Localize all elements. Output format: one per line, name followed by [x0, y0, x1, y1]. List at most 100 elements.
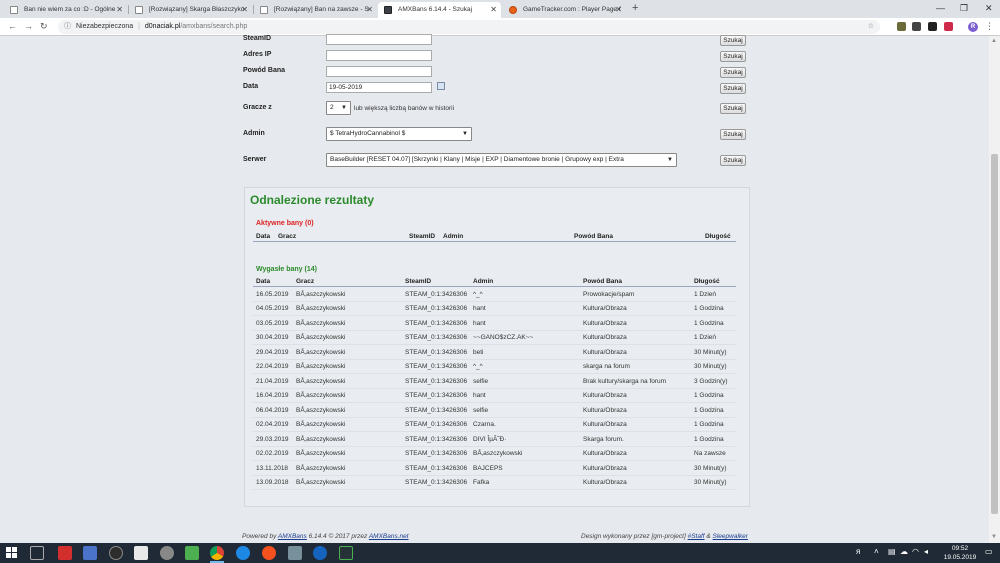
table-row[interactable]: 04.05.2019 BÅ‚aszczykowski STEAM_0:1:34263…: [253, 302, 736, 316]
wifi-icon[interactable]: ◠: [912, 547, 919, 556]
table-row[interactable]: 29.04.2019 BÅ‚aszczykowski STEAM_0:1:34263…: [253, 346, 736, 360]
mail-icon[interactable]: [134, 546, 148, 560]
amx-icon: [384, 6, 392, 14]
browser-tab-active[interactable]: AMXBans 6.14.4 - Szukaj ✕: [378, 2, 501, 18]
table-cell: 30 Minut(y): [694, 479, 727, 486]
date-input[interactable]: 19-05-2019: [326, 82, 432, 93]
table-cell: Kultura/Obraza: [583, 320, 627, 327]
table-cell: STEAM_0:1:3426306: [405, 392, 468, 399]
reload-icon[interactable]: ↻: [40, 21, 48, 32]
table-cell: BÅ‚aszczykowski: [296, 436, 346, 443]
staff-link[interactable]: #Staff: [688, 533, 705, 540]
info-icon[interactable]: ⓘ: [64, 23, 71, 30]
calendar-icon[interactable]: [437, 82, 445, 90]
search-button[interactable]: Szukaj: [720, 83, 746, 94]
table-row[interactable]: 29.03.2019 BÅ‚aszczykowski STEAM_0:1:34263…: [253, 433, 736, 447]
app-icon[interactable]: [185, 546, 199, 560]
table-row[interactable]: 02.02.2019 BÅ‚aszczykowski STEAM_0:1:34263…: [253, 447, 736, 461]
steamid-input[interactable]: [326, 34, 432, 45]
table-cell: Kultura/Obraza: [583, 450, 627, 457]
bookmark-star-icon[interactable]: ☆: [868, 20, 874, 34]
app-icon[interactable]: [313, 546, 327, 560]
windows-start-icon[interactable]: [6, 547, 18, 559]
forward-icon[interactable]: →: [24, 21, 33, 31]
notifications-icon[interactable]: ▭: [985, 547, 993, 556]
close-window-icon[interactable]: ✕: [985, 3, 993, 14]
back-icon[interactable]: ←: [8, 21, 17, 31]
user-tray-icon[interactable]: ᴙ: [856, 547, 860, 556]
table-row[interactable]: 21.04.2019 BÅ‚aszczykowski STEAM_0:1:34263…: [253, 375, 736, 389]
menu-dots-icon[interactable]: ⋮: [985, 21, 994, 32]
players-count-select[interactable]: 2 ▼: [326, 101, 351, 115]
chevron-up-icon[interactable]: ˄: [874, 547, 879, 556]
table-row[interactable]: 30.04.2019 BÅ‚aszczykowski STEAM_0:1:34263…: [253, 331, 736, 345]
app-icon[interactable]: [262, 546, 276, 560]
admin-label: Admin: [243, 130, 265, 137]
extension-icon[interactable]: [928, 22, 937, 31]
close-tab-icon[interactable]: ✕: [241, 2, 248, 18]
search-button[interactable]: Szukaj: [720, 103, 746, 114]
table-cell: STEAM_0:1:3426306: [405, 349, 468, 356]
browser-tab[interactable]: Ban nie wiem za co :D - Ogólne ✕: [4, 2, 127, 18]
close-tab-icon[interactable]: ✕: [615, 2, 622, 18]
table-cell: Kultura/Obraza: [583, 479, 627, 486]
table-row[interactable]: 03.05.2019 BÅ‚aszczykowski STEAM_0:1:34263…: [253, 317, 736, 331]
network-icon[interactable]: ▤: [888, 547, 896, 556]
extension-icon[interactable]: [897, 22, 906, 31]
scroll-thumb[interactable]: [991, 154, 998, 514]
table-row[interactable]: 13.09.2018 BÅ‚aszczykowski STEAM_0:1:34263…: [253, 476, 736, 490]
scroll-up-icon[interactable]: ▲: [991, 38, 997, 44]
search-button[interactable]: Szukaj: [720, 155, 746, 166]
restore-icon[interactable]: ❐: [960, 3, 968, 14]
app-icon[interactable]: [339, 546, 353, 560]
search-button[interactable]: Szukaj: [720, 51, 746, 62]
search-button[interactable]: Szukaj: [720, 129, 746, 140]
cloud-icon[interactable]: ☁: [900, 547, 908, 556]
amxbans-net-link[interactable]: AMXBans.net: [369, 533, 409, 540]
reason-input[interactable]: [326, 66, 432, 77]
extension-icon[interactable]: [944, 22, 953, 31]
table-row[interactable]: 16.05.2019 BÅ‚aszczykowski STEAM_0:1:34263…: [253, 288, 736, 302]
table-row[interactable]: 22.04.2019 BÅ‚aszczykowski STEAM_0:1:34263…: [253, 360, 736, 374]
sleepwalker-link[interactable]: Sleepwalker: [713, 533, 748, 540]
extension-icon[interactable]: [912, 22, 921, 31]
close-tab-icon[interactable]: ✕: [490, 2, 497, 18]
browser-tab[interactable]: GameTracker.com : Player Page f ✕: [503, 2, 626, 18]
page-scrollbar[interactable]: ▲ ▼: [989, 36, 1000, 543]
chrome-icon[interactable]: [210, 546, 224, 560]
volume-icon[interactable]: ◂: [924, 547, 928, 556]
table-cell: hant: [473, 305, 486, 312]
task-view-icon[interactable]: [30, 546, 44, 560]
table-row[interactable]: 13.11.2018 BÅ‚aszczykowski STEAM_0:1:34263…: [253, 462, 736, 476]
app-icon[interactable]: [236, 546, 250, 560]
search-button[interactable]: Szukaj: [720, 35, 746, 46]
search-button[interactable]: Szukaj: [720, 67, 746, 78]
app-icon[interactable]: [288, 546, 302, 560]
app-icon[interactable]: [83, 546, 97, 560]
taskbar-clock[interactable]: 09:52 19.05.2019: [940, 544, 980, 562]
scroll-down-icon[interactable]: ▼: [991, 534, 997, 540]
server-select[interactable]: BaseBuilder [RESET 04.07] [Skrzynki | Kl…: [326, 153, 677, 167]
active-bans-header: Data Gracz SteamID Admin Powód Bana Dług…: [253, 231, 736, 242]
new-tab-button[interactable]: +: [632, 2, 638, 14]
app-icon[interactable]: [58, 546, 72, 560]
browser-tab[interactable]: [Rozwiązany] Skarga Błaszczyko ✕: [129, 2, 252, 18]
profile-avatar[interactable]: R: [968, 22, 978, 32]
minimize-icon[interactable]: —: [936, 3, 945, 13]
browser-tab[interactable]: [Rozwiązany] Ban na zawsze - S ✕: [254, 2, 377, 18]
ip-label: Adres IP: [243, 51, 272, 58]
amxbans-link[interactable]: AMXBans: [278, 533, 307, 540]
table-cell: ~~GANO$zCZ.AK~~: [473, 334, 534, 341]
app-icon[interactable]: [160, 546, 174, 560]
admin-select[interactable]: $ TetraHydroCannabinol $ ▼: [326, 127, 472, 141]
app-icon[interactable]: [109, 546, 123, 560]
tab-title: [Rozwiązany] Skarga Błaszczyko: [149, 6, 245, 13]
close-tab-icon[interactable]: ✕: [116, 2, 123, 18]
table-cell: Kultura/Obraza: [583, 392, 627, 399]
close-tab-icon[interactable]: ✕: [366, 2, 373, 18]
ip-input[interactable]: [326, 50, 432, 61]
address-bar[interactable]: ⓘ Niezabezpieczona | d0naciak.pl/amxbans…: [58, 20, 880, 34]
table-row[interactable]: 02.04.2019 BÅ‚aszczykowski STEAM_0:1:34263…: [253, 418, 736, 432]
table-row[interactable]: 16.04.2019 BÅ‚aszczykowski STEAM_0:1:34263…: [253, 389, 736, 403]
table-row[interactable]: 06.04.2019 BÅ‚aszczykowski STEAM_0:1:34263…: [253, 404, 736, 418]
